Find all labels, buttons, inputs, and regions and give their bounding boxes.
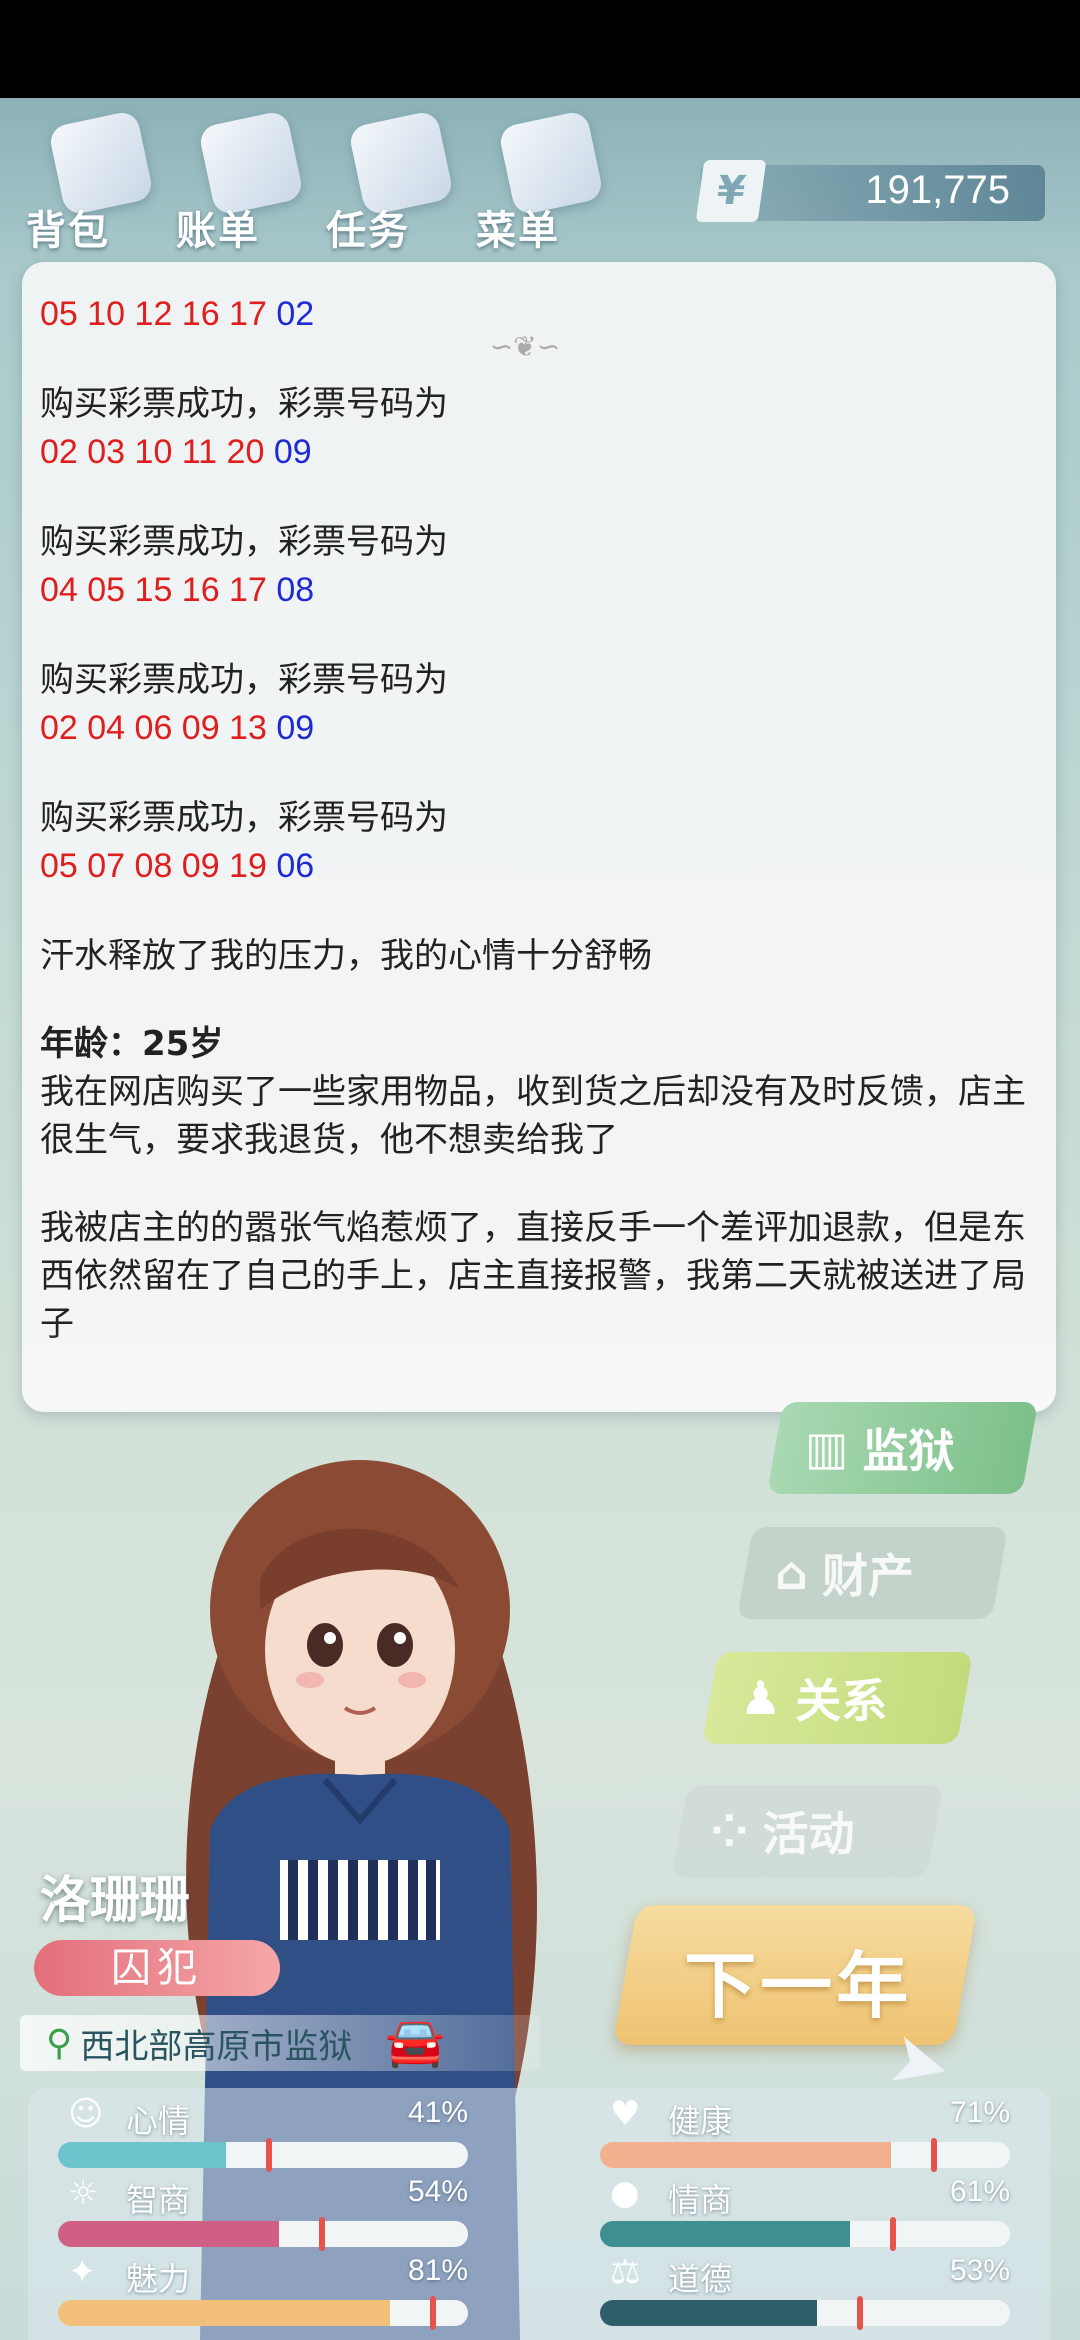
nav-bill-button[interactable]: 账单: [176, 109, 316, 254]
money-value: 191,775: [865, 168, 1010, 212]
stat-marker: [319, 2217, 326, 2251]
house-icon: ⌂: [775, 1546, 808, 1600]
yuan-icon: ¥: [695, 160, 767, 222]
stat-道德: ⚖ 道德 53%: [570, 2250, 1010, 2330]
stat-marker: [931, 2138, 938, 2172]
stat-心情: ☺ 心情 41%: [28, 2092, 468, 2172]
stat-label: 健康: [668, 2102, 733, 2140]
stat-bar: [58, 2142, 468, 2168]
nav-label: 背包: [26, 208, 110, 254]
red-numbers: 02 04 06 09 13: [40, 709, 277, 747]
nav-label: 菜单: [476, 208, 560, 254]
red-numbers: 05 10 12 16 17: [40, 295, 277, 333]
nav-task-button[interactable]: 任务: [326, 109, 466, 254]
smile-icon: ☺: [68, 2094, 104, 2134]
stat-value: 54%: [407, 2175, 468, 2208]
nav-label: 账单: [176, 208, 260, 254]
stat-value: 41%: [407, 2096, 468, 2129]
star-icon: ✦: [68, 2252, 97, 2292]
log-line: 购买彩票成功，彩票号码为: [40, 522, 448, 562]
heart-icon: ♥: [610, 2094, 641, 2134]
scale-icon: ⚖: [610, 2252, 641, 2292]
nav-label: 任务: [326, 208, 410, 254]
stat-marker: [857, 2296, 864, 2330]
stat-bar: [600, 2300, 1010, 2326]
location-text: 西北部高原市监狱: [80, 2026, 353, 2067]
status-bar: [0, 0, 1080, 98]
people-icon: ♟: [740, 1671, 782, 1725]
stat-label: 魅力: [126, 2260, 191, 2298]
stat-魅力: ✦ 魅力 81%: [28, 2250, 468, 2330]
relation-label: 关系: [795, 1674, 888, 1728]
log-paragraph: 我在网店购买了一些家用物品，收到货之后却没有及时反馈，店主很生气，要求我退货，他…: [40, 1072, 1026, 1160]
apple-icon: ●: [610, 2173, 640, 2213]
location-pin-icon: ⚲: [46, 2022, 73, 2064]
stat-marker: [266, 2138, 273, 2172]
stat-value: 81%: [407, 2254, 468, 2287]
blue-number: 06: [276, 847, 315, 885]
relation-button[interactable]: ♟ 关系: [701, 1652, 974, 1744]
stat-marker: [430, 2296, 437, 2330]
event-log[interactable]: 05 10 12 16 17 02 购买彩票成功，彩票号码为 02 03 10 11…: [40, 290, 1030, 1380]
log-paragraph: 汗水释放了我的压力，我的心情十分舒畅: [40, 936, 652, 976]
stat-bar-fill: [600, 2221, 851, 2247]
stat-bar-fill: [58, 2142, 227, 2168]
red-numbers: 04 05 15 16 17: [40, 571, 277, 609]
asset-label: 财产: [821, 1549, 914, 1603]
stat-健康: ♥ 健康 71%: [570, 2092, 1010, 2172]
prison-button[interactable]: ▥ 监狱: [766, 1402, 1039, 1494]
stat-bar-fill: [600, 2300, 818, 2326]
stat-bar-fill: [58, 2300, 391, 2326]
stat-bar: [600, 2221, 1010, 2247]
stat-value: 61%: [949, 2175, 1010, 2208]
car-icon: 🚘: [385, 2014, 445, 2070]
stat-bar: [600, 2142, 1010, 2168]
stat-bar: [58, 2300, 468, 2326]
stat-智商: ☼ 智商 54%: [28, 2171, 468, 2251]
stat-bar-fill: [600, 2142, 892, 2168]
next-year-label: 下一年: [684, 1944, 913, 2028]
stat-value: 71%: [949, 2096, 1010, 2129]
role-badge: 囚犯: [34, 1940, 280, 1996]
stat-value: 53%: [949, 2254, 1010, 2287]
lottery-numbers: 02 04 06 09 13 09: [40, 704, 1030, 752]
stat-marker: [890, 2217, 897, 2251]
stat-情商: ● 情商 61%: [570, 2171, 1010, 2251]
stats-panel: ☺ 心情 41% ♥ 健康 71% ☼ 智商 54% ● 情商 61% ✦ 魅力 81% ⚖ 道德 53%: [28, 2088, 1050, 2340]
stat-label: 道德: [668, 2260, 733, 2298]
lottery-numbers: 04 05 15 16 17 08: [40, 566, 1030, 614]
log-line: 购买彩票成功，彩票号码为: [40, 798, 448, 838]
log-line: 购买彩票成功，彩票号码为: [40, 660, 448, 700]
nav-bag-button[interactable]: 背包: [26, 109, 166, 254]
activity-button[interactable]: ⁘ 活动: [671, 1785, 944, 1877]
stat-bar: [58, 2221, 468, 2247]
nav-menu-button[interactable]: 菜单: [476, 109, 616, 254]
activity-label: 活动: [762, 1807, 855, 1861]
blue-number: 08: [276, 571, 315, 609]
asset-button[interactable]: ⌂ 财产: [736, 1527, 1009, 1619]
blue-number: 02: [276, 295, 315, 333]
character-name: 洛珊珊: [40, 1871, 190, 1929]
log-paragraph: 我被店主的的嚣张气焰惹烦了，直接反手一个差评加退款，但是东西依然留在了自己的手上…: [40, 1208, 1026, 1344]
activity-icon: ⁘: [710, 1804, 749, 1858]
lottery-numbers: 05 07 08 09 19 06: [40, 842, 1030, 890]
blue-number: 09: [276, 709, 315, 747]
prison-label: 监狱: [862, 1424, 955, 1478]
log-fade: [22, 1330, 1056, 1410]
red-numbers: 02 03 10 11 20: [40, 433, 274, 471]
prison-icon: ▥: [805, 1421, 849, 1475]
red-numbers: 05 07 08 09 19: [40, 847, 277, 885]
age-heading: 年龄：25岁: [40, 1024, 224, 1064]
bulb-icon: ☼: [68, 2173, 99, 2213]
stat-label: 心情: [126, 2102, 191, 2140]
stat-bar-fill: [58, 2221, 280, 2247]
stat-label: 智商: [126, 2181, 191, 2219]
lottery-numbers: 05 10 12 16 17 02: [40, 290, 1030, 338]
blue-number: 09: [273, 433, 312, 471]
lottery-numbers: 02 03 10 11 20 09: [40, 428, 1030, 476]
log-line: 购买彩票成功，彩票号码为: [40, 384, 448, 424]
stat-label: 情商: [668, 2181, 733, 2219]
